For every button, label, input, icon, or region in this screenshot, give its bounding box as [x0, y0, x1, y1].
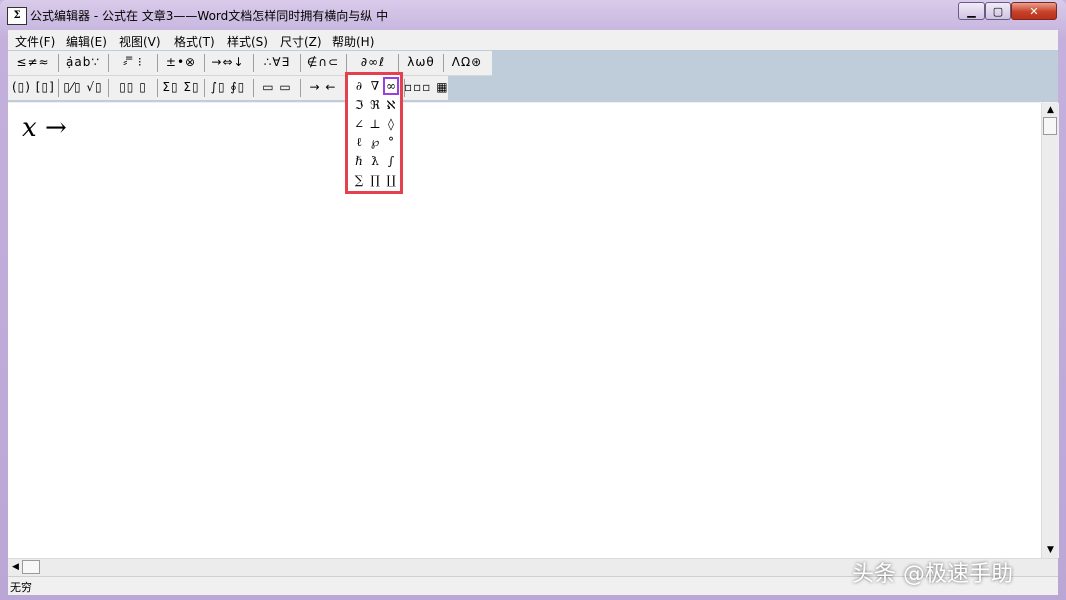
h-bar-symbol[interactable]: ℏ	[351, 152, 367, 170]
toolbar-separator	[108, 79, 109, 97]
toolbar-separator	[58, 79, 59, 97]
greek-lowercase-button[interactable]: λωθ	[401, 51, 441, 73]
script-l-symbol[interactable]: ℓ	[351, 133, 367, 151]
menu-edit[interactable]: 编辑(E)	[66, 33, 107, 50]
equation-document[interactable]: x →	[8, 103, 1041, 558]
watermark: 头条 @极速手助	[852, 562, 1013, 587]
misc-symbols-button[interactable]: ∂∞ℓ	[350, 51, 396, 73]
menu-size[interactable]: 尺寸(Z)	[280, 33, 322, 50]
fraction-radical-templates-button[interactable]: ▯⁄▯ √▯	[62, 76, 104, 98]
equation-editor-window: Σ 公式编辑器 - 公式在 文章3——Word文档怎样同时拥有横向与纵 中 ▁ …	[0, 0, 1066, 600]
menu-bar: 文件(F) 编辑(E) 视图(V) 格式(T) 样式(S) 尺寸(Z) 帮助(H…	[8, 30, 1058, 51]
product-symbol[interactable]: ∏	[367, 171, 383, 189]
menu-style[interactable]: 样式(S)	[227, 33, 268, 50]
menu-file[interactable]: 文件(F)	[15, 33, 55, 50]
formula[interactable]: x →	[22, 113, 67, 143]
toolbar-separator	[204, 54, 205, 72]
formula-variable: x	[22, 113, 37, 143]
fence-templates-button[interactable]: (▯) [▯]	[12, 76, 54, 98]
arrow-symbols-button[interactable]: →⇔↓	[207, 51, 249, 73]
toolbar-separator	[108, 54, 109, 72]
aleph-symbol[interactable]: ℵ	[383, 96, 399, 114]
summation-symbol[interactable]: ∑	[351, 171, 367, 189]
toolbar-separator	[253, 54, 254, 72]
relational-symbols-button[interactable]: ≤≠≈	[12, 51, 54, 73]
scroll-up-arrow[interactable]: ▲	[1044, 104, 1057, 116]
status-text: 无穷	[10, 581, 32, 594]
operator-symbols-button[interactable]: ±•⊗	[161, 51, 201, 73]
nabla-symbol[interactable]: ∇	[367, 77, 383, 95]
formula-arrow: →	[44, 113, 67, 143]
toolbar-separator	[443, 54, 444, 72]
spaces-ellipses-button[interactable]: ạ̇ab∵	[62, 51, 104, 73]
minimize-button[interactable]: ▁	[958, 2, 985, 20]
integral-symbol[interactable]: ∫	[383, 152, 399, 170]
scroll-left-arrow[interactable]: ◀	[9, 561, 22, 573]
degree-symbol[interactable]: °	[383, 133, 399, 151]
toolbar-separator	[300, 54, 301, 72]
menu-help[interactable]: 帮助(H)	[332, 33, 374, 50]
vertical-scrollbar[interactable]: ▲ ▼	[1041, 103, 1059, 558]
underbar-overbar-templates-button[interactable]: ▭ ▭	[256, 76, 298, 98]
greek-uppercase-button[interactable]: ΛΩ⊛	[446, 51, 488, 73]
lambda-bar-symbol[interactable]: ƛ	[367, 152, 383, 170]
client-area: 文件(F) 编辑(E) 视图(V) 格式(T) 样式(S) 尺寸(Z) 帮助(H…	[8, 30, 1059, 595]
partial-derivative-symbol[interactable]: ∂	[351, 77, 367, 95]
toolbar-separator	[157, 79, 158, 97]
labeled-arrow-templates-button[interactable]: → ←	[303, 76, 343, 98]
summation-templates-button[interactable]: Σ▯ Σ▯	[161, 76, 201, 98]
scroll-down-arrow[interactable]: ▼	[1044, 544, 1057, 556]
imaginary-part-symbol[interactable]: ℑ	[351, 96, 367, 114]
toolbar-separator	[157, 54, 158, 72]
maximize-button[interactable]: ▢	[985, 2, 1011, 20]
close-button[interactable]: ✕	[1011, 2, 1057, 20]
toolbar-separator	[346, 54, 347, 72]
coproduct-symbol[interactable]: ∐	[383, 171, 399, 189]
infinity-symbol[interactable]: ∞	[383, 77, 399, 95]
matrix-templates-button[interactable]: ▫▫▫ ▦	[404, 76, 448, 98]
horizontal-scroll-thumb[interactable]	[22, 560, 40, 574]
toolbar-separator	[58, 54, 59, 72]
menu-format[interactable]: 格式(T)	[174, 33, 215, 50]
toolbar-separator	[398, 54, 399, 72]
symbol-toolbar: ≤≠≈ ạ̇ab∵ ⸗ ̿ ⁝ ±•⊗ →⇔↓ ∴∀∃ ∉∩⊂ ∂∞ℓ λωθ …	[8, 51, 492, 76]
diamond-symbol[interactable]: ◊	[383, 115, 399, 133]
embellishments-button[interactable]: ⸗ ̿ ⁝	[112, 51, 154, 73]
set-theory-symbols-button[interactable]: ∉∩⊂	[303, 51, 343, 73]
vertical-scroll-thumb[interactable]	[1043, 117, 1057, 135]
subscript-templates-button[interactable]: ▯▯ ▯	[112, 76, 154, 98]
toolbar-separator	[300, 79, 301, 97]
menu-view[interactable]: 视图(V)	[119, 33, 161, 50]
perpendicular-symbol[interactable]: ⊥	[367, 115, 383, 133]
toolbar-separator	[253, 79, 254, 97]
real-part-symbol[interactable]: ℜ	[367, 96, 383, 114]
toolbar-separator	[204, 79, 205, 97]
integral-templates-button[interactable]: ∫▯ ∮▯	[207, 76, 249, 98]
app-icon[interactable]: Σ	[7, 7, 27, 25]
title-bar[interactable]: Σ 公式编辑器 - 公式在 文章3——Word文档怎样同时拥有横向与纵 中 ▁ …	[0, 0, 1066, 30]
angle-symbol[interactable]: ∠	[351, 115, 367, 133]
weierstrass-p-symbol[interactable]: ℘	[367, 133, 383, 151]
window-title: 公式编辑器 - 公式在 文章3——Word文档怎样同时拥有横向与纵 中	[30, 9, 389, 23]
logical-symbols-button[interactable]: ∴∀∃	[256, 51, 298, 73]
misc-symbols-palette: ∂ ∇ ∞ ℑ ℜ ℵ ∠ ⊥ ◊ ℓ ℘ ° ℏ ƛ ∫ ∑ ∏ ∐	[345, 72, 403, 194]
